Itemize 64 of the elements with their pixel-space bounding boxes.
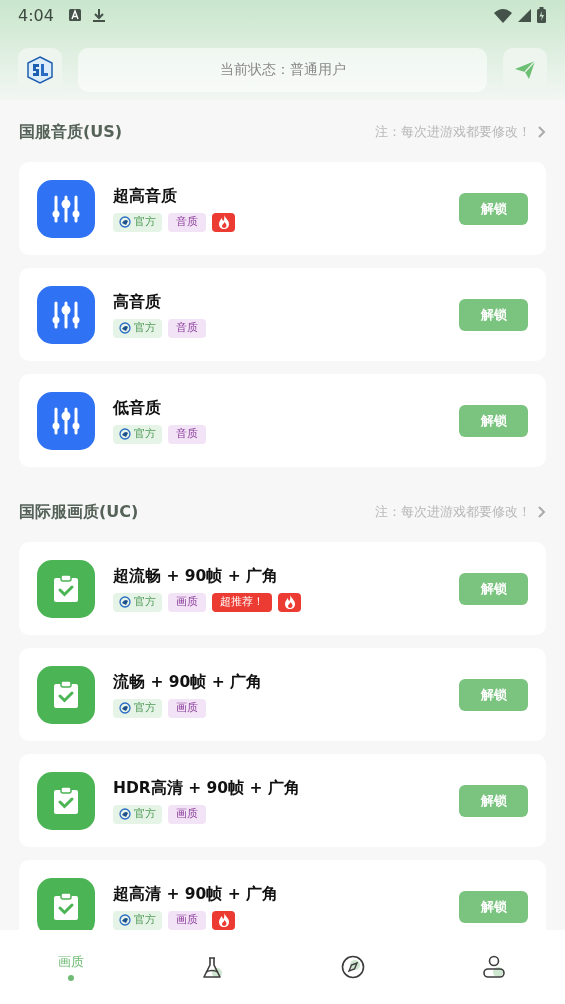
globe-icon <box>119 914 131 926</box>
tag-text: 官方 <box>134 215 156 229</box>
item-title: 低音质 <box>113 397 162 419</box>
item-title: 流畅 + 90帧 + 广角 <box>113 671 264 693</box>
unlock-button[interactable]: 解锁 <box>459 192 528 225</box>
item-title: 高音质 <box>113 291 162 313</box>
clipboard-drawing <box>52 786 80 815</box>
flame-icon <box>283 595 296 609</box>
flame-icon <box>217 913 230 927</box>
note-link[interactable]: 注：每次进游戏都要修改！ <box>375 503 546 521</box>
chevron-right-icon <box>537 506 546 518</box>
category-tag: 画质 <box>168 592 206 612</box>
selected-dot <box>67 975 74 981</box>
item-title: 超高清 + 90帧 + 广角 <box>113 883 280 905</box>
flame-icon <box>217 215 230 229</box>
flask-icon <box>200 955 223 979</box>
tag-text: 官方 <box>134 321 156 335</box>
battery-icon <box>536 7 547 23</box>
notification-icon <box>67 8 82 22</box>
tag-text: 官方 <box>134 807 156 821</box>
globe-icon <box>119 596 131 608</box>
clipboard-drawing <box>52 574 80 603</box>
unlock-button[interactable]: 解锁 <box>459 404 528 437</box>
recommend-tag: 超推荐！ <box>212 592 272 612</box>
category-tag: 音质 <box>168 318 206 338</box>
note-link[interactable]: 注：每次进游戏都要修改！ <box>375 123 546 141</box>
item-title: 超流畅 + 90帧 + 广角 <box>113 565 280 587</box>
chevron-right-icon <box>537 126 546 138</box>
globe-icon <box>119 702 131 714</box>
unlock-button[interactable]: 解锁 <box>459 298 528 331</box>
unlock-button[interactable]: 解锁 <box>459 890 528 923</box>
status-field: 当前状态：普通用户 <box>78 48 487 92</box>
download-icon <box>91 7 106 23</box>
wifi-icon <box>493 7 513 23</box>
signal-icon <box>517 7 532 23</box>
person-icon <box>482 955 507 979</box>
sliders-drawing <box>51 193 81 224</box>
section-title: 国服音质(US) <box>19 121 123 143</box>
item-title: HDR高清 + 90帧 + 广角 <box>113 777 301 799</box>
section-title: 国际服画质(UC) <box>19 501 139 523</box>
globe-icon <box>119 216 131 228</box>
item-title: 超高音质 <box>113 185 178 207</box>
tag-text: 官方 <box>134 701 156 715</box>
globe-icon <box>119 428 131 440</box>
clipboard-drawing <box>52 680 80 709</box>
globe-icon <box>119 322 131 334</box>
unlock-button[interactable]: 解锁 <box>459 784 528 817</box>
sliders-drawing <box>51 405 81 436</box>
compass-icon <box>341 955 366 979</box>
category-tag: 音质 <box>168 424 206 444</box>
category-tag: 画质 <box>168 698 206 718</box>
sliders-drawing <box>51 299 81 330</box>
logo-drawing <box>25 55 55 85</box>
tag-text: 官方 <box>134 427 156 441</box>
category-tag: 音质 <box>168 212 206 232</box>
tag-text: 官方 <box>134 913 156 927</box>
unlock-button[interactable]: 解锁 <box>459 678 528 711</box>
category-tag: 画质 <box>168 910 206 930</box>
category-tag: 画质 <box>168 804 206 824</box>
status-time: 4:04 <box>18 5 54 25</box>
unlock-button[interactable]: 解锁 <box>459 572 528 605</box>
globe-icon <box>119 808 131 820</box>
tag-text: 官方 <box>134 595 156 609</box>
clipboard-drawing <box>52 892 80 921</box>
